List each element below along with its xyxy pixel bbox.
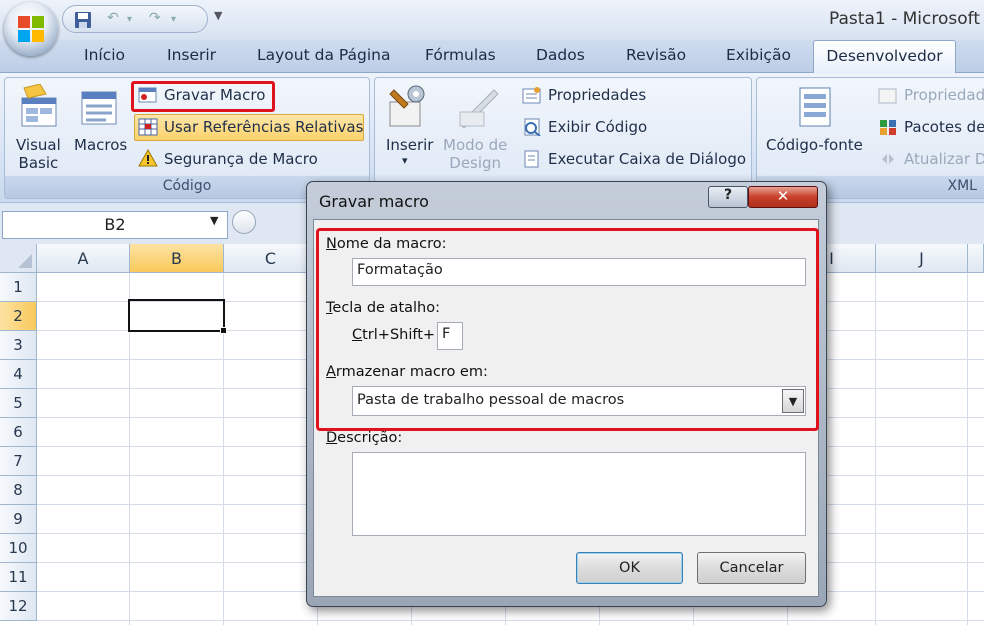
row-header[interactable]: 10 [0, 534, 37, 563]
grid-line [875, 273, 876, 625]
office-button[interactable] [4, 2, 58, 56]
modo-design-button[interactable]: Modo de Design [443, 136, 507, 172]
column-header[interactable]: J [876, 244, 968, 273]
gravar-macro-highlight [131, 81, 275, 112]
macros-icon [81, 91, 117, 125]
name-box-dropdown-icon[interactable]: ▼ [210, 214, 218, 227]
customize-qat-icon[interactable]: ▼ [214, 9, 222, 22]
insert-controls-icon [389, 85, 425, 127]
row-header[interactable]: 1 [0, 273, 37, 302]
row-header[interactable]: 6 [0, 418, 37, 447]
visual-basic-icon [21, 84, 57, 127]
column-header-partial[interactable] [968, 244, 984, 273]
view-code-icon [524, 118, 541, 136]
descricao-label: Descrição: [326, 430, 403, 446]
xml-propriedades-button[interactable]: Propriedade [904, 86, 984, 104]
help-button[interactable]: ? [708, 186, 748, 208]
ok-button[interactable]: OK [576, 552, 683, 584]
save-icon[interactable] [73, 10, 93, 30]
design-mode-icon [459, 89, 499, 129]
highlight-box [316, 228, 819, 431]
grid-line [37, 620, 984, 621]
row-header[interactable]: 9 [0, 505, 37, 534]
formula-resize-icon[interactable] [232, 210, 256, 234]
xml-properties-icon [878, 88, 897, 104]
quick-access-toolbar: ↶ ▾ ↷ ▾ [62, 5, 208, 33]
descricao-textarea[interactable] [352, 452, 806, 536]
row-header[interactable]: 8 [0, 476, 37, 505]
tab-desenvolvedor[interactable]: Desenvolvedor [813, 40, 956, 73]
inserir-controle-button[interactable]: Inserir [386, 136, 433, 154]
office-logo-icon [18, 16, 44, 42]
tab-inserir[interactable]: Inserir [167, 46, 216, 64]
row-header[interactable]: 4 [0, 360, 37, 389]
tab-inicio[interactable]: Início [84, 46, 125, 64]
seguranca-macro-button[interactable]: Segurança de Macro [164, 150, 318, 168]
window-title: Pasta1 - Microsoft [829, 9, 980, 29]
column-header[interactable]: A [37, 244, 130, 273]
name-box[interactable]: B2 [2, 211, 228, 239]
row-header[interactable]: 2 [0, 302, 37, 331]
usar-referencias-button[interactable]: Usar Referências Relativas [164, 118, 363, 136]
codigo-fonte-button[interactable]: Código-fonte [766, 136, 863, 154]
column-header[interactable]: C [224, 244, 318, 273]
refresh-data-icon [882, 154, 894, 164]
properties-icon [522, 87, 541, 104]
column-header[interactable]: B [130, 244, 224, 273]
cancelar-button[interactable]: Cancelar [697, 552, 806, 584]
tab-revisao[interactable]: Revisão [626, 46, 686, 64]
dialog-title: Gravar macro [319, 192, 429, 211]
executar-caixa-button[interactable]: Executar Caixa de Diálogo [548, 150, 746, 168]
tab-formulas[interactable]: Fórmulas [425, 46, 496, 64]
row-header[interactable]: 5 [0, 389, 37, 418]
atualizar-dados-button[interactable]: Atualizar D [904, 150, 984, 168]
title-bar: ↶ ▾ ↷ ▾ ▼ Pasta1 - Microsoft [0, 0, 984, 40]
redo-dropdown-icon[interactable]: ▾ [171, 14, 176, 25]
undo-dropdown-icon[interactable]: ▾ [127, 14, 132, 25]
visual-basic-button[interactable]: Visual Basic [16, 136, 61, 172]
relative-references-icon [138, 118, 158, 136]
active-cell-b2[interactable] [128, 299, 225, 332]
source-icon [799, 87, 831, 127]
select-all-corner[interactable] [0, 244, 37, 273]
tab-dados[interactable]: Dados [536, 46, 585, 64]
row-header[interactable]: 11 [0, 563, 37, 592]
propriedades-button[interactable]: Propriedades [548, 86, 646, 104]
warning-icon [138, 149, 158, 167]
run-dialog-icon [524, 150, 539, 168]
row-header[interactable]: 3 [0, 331, 37, 360]
fill-handle[interactable] [220, 327, 227, 334]
row-header[interactable]: 12 [0, 592, 37, 621]
tab-layout[interactable]: Layout da Página [257, 46, 391, 64]
close-button[interactable]: ✕ [748, 186, 818, 208]
inserir-dropdown-icon[interactable]: ▾ [402, 154, 408, 167]
redo-icon[interactable]: ↷ [149, 10, 161, 26]
row-header[interactable]: 7 [0, 447, 37, 476]
expansion-packs-icon [880, 120, 896, 135]
exibir-codigo-button[interactable]: Exibir Código [548, 118, 647, 136]
tab-exibicao[interactable]: Exibição [726, 46, 791, 64]
grid-line [967, 273, 968, 625]
undo-icon[interactable]: ↶ [107, 10, 119, 26]
macros-button[interactable]: Macros [74, 136, 127, 154]
pacotes-button[interactable]: Pacotes de [904, 118, 984, 136]
